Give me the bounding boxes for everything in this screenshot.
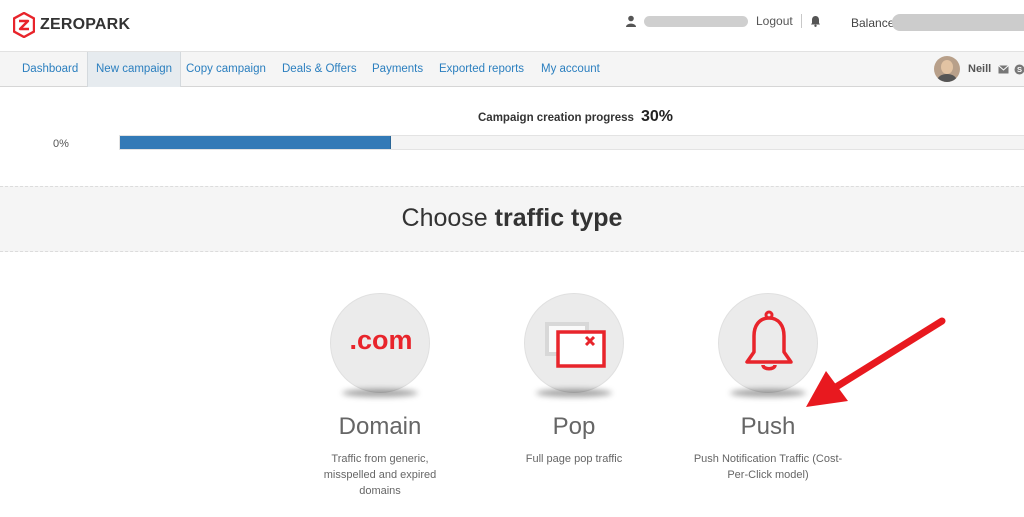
progress-percent: 30%	[640, 108, 673, 125]
nav-item-new-campaign[interactable]: New campaign	[87, 52, 182, 87]
main-nav: Dashboard New campaign Copy campaign Dea…	[0, 51, 1024, 87]
redacted-username	[644, 15, 748, 27]
balance-label: Balance:	[851, 16, 898, 30]
card-description: Traffic from generic, misspelled and exp…	[323, 453, 437, 497]
progress-caption: Campaign creation progress	[478, 112, 634, 124]
zeropark-logo-icon	[13, 12, 35, 38]
mail-icon[interactable]	[998, 64, 1010, 74]
page-title: Choose traffic type	[0, 204, 1024, 233]
separator	[800, 14, 802, 28]
zeropark-logo[interactable]: ZEROPARK	[13, 12, 130, 38]
card-description: Push Notification Traffic (Cost-Per-Clic…	[693, 453, 843, 481]
nav-item-payments[interactable]: Payments	[372, 52, 423, 87]
dotcom-icon: .com	[349, 325, 413, 355]
card-description: Full page pop traffic	[525, 453, 623, 465]
icon-shadow	[730, 389, 806, 397]
pop-icon-circle[interactable]	[524, 293, 624, 393]
nav-item-exported-reports[interactable]: Exported reports	[439, 52, 524, 87]
svg-text:S: S	[1017, 65, 1022, 74]
nav-item-my-account[interactable]: My account	[541, 52, 600, 87]
nav-item-dashboard[interactable]: Dashboard	[22, 52, 78, 87]
page-title-light: Choose	[401, 204, 488, 232]
progress-start-label: 0%	[53, 138, 69, 150]
card-title[interactable]: Domain	[300, 413, 460, 441]
domain-icon-wrap[interactable]: .com	[330, 293, 430, 397]
page-title-bold: traffic type	[494, 204, 623, 232]
user-icon	[626, 15, 636, 27]
top-header: ZEROPARK Logout Balance:	[0, 0, 1024, 51]
traffic-type-pop[interactable]: Pop Full page pop traffic	[494, 293, 654, 467]
heading-band: Choose traffic type	[0, 186, 1024, 252]
profile-area[interactable]: Neill S	[934, 56, 1024, 82]
progress-bar-fill	[120, 136, 392, 149]
progress-title: Campaign creation progress 30%	[478, 108, 673, 126]
card-title[interactable]: Pop	[494, 413, 654, 441]
icon-shadow	[536, 389, 612, 397]
user-area: Logout	[625, 14, 821, 28]
pop-icon-wrap[interactable]	[524, 293, 624, 397]
notifications-bell-icon[interactable]	[810, 15, 821, 27]
redacted-balance	[892, 14, 1024, 31]
nav-item-deals-offers[interactable]: Deals & Offers	[282, 52, 357, 87]
domain-icon-circle[interactable]: .com	[330, 293, 430, 393]
skype-icon[interactable]: S	[1014, 64, 1024, 75]
progress-bar	[119, 135, 1024, 150]
nav-item-copy-campaign[interactable]: Copy campaign	[186, 52, 266, 87]
avatar-face	[941, 60, 953, 74]
logout-link[interactable]: Logout	[756, 14, 793, 28]
logo-text: ZEROPARK	[40, 16, 131, 33]
icon-shadow	[342, 389, 418, 397]
popup-window-icon	[545, 322, 606, 368]
card-title[interactable]: Push	[688, 413, 848, 441]
avatar[interactable]	[934, 56, 960, 82]
avatar-body	[937, 74, 957, 82]
annotation-arrow-icon	[806, 317, 946, 407]
profile-name[interactable]: Neill	[968, 63, 991, 75]
traffic-type-domain[interactable]: .com Domain Traffic from generic, misspe…	[300, 293, 460, 499]
